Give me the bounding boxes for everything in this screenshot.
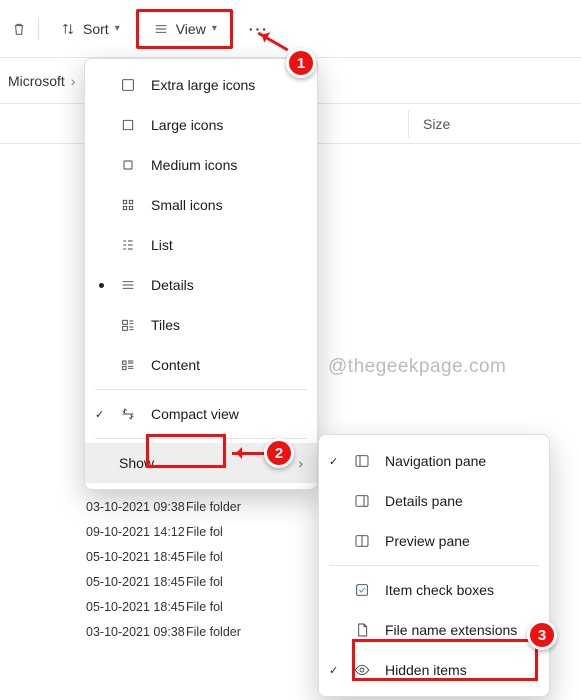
badge-1: 1 [286, 48, 316, 78]
watermark: @thegeekpage.com [328, 356, 506, 378]
view-type-icon [119, 157, 137, 173]
view-button-highlight: View ▾ [136, 9, 233, 49]
menu-separator [95, 389, 307, 390]
row-type: File fol [186, 575, 326, 589]
row-type: File fol [186, 525, 326, 539]
sort-button[interactable]: Sort ▾ [49, 15, 130, 43]
row-type: File fol [186, 600, 326, 614]
column-size[interactable]: Size [408, 110, 450, 138]
arrow-2 [232, 452, 266, 455]
view-menu-item[interactable]: Extra large icons [85, 65, 317, 105]
submenu-hidden-items[interactable]: ✓ Hidden items [319, 650, 549, 690]
row-date: 05-10-2021 18:45 [10, 575, 186, 589]
view-button[interactable]: View ▾ [142, 15, 227, 43]
view-icon [152, 21, 170, 37]
view-menu-item[interactable]: Content [85, 345, 317, 385]
sort-label: Sort [83, 21, 109, 37]
delete-icon [10, 21, 28, 37]
view-menu-item[interactable]: Large icons [85, 105, 317, 145]
eye-icon [353, 662, 371, 678]
toolbar-divider [38, 18, 39, 40]
pane-right-icon [353, 493, 371, 509]
check-icon: ✓ [329, 664, 338, 677]
check-icon: ✓ [329, 455, 338, 468]
compact-icon [119, 406, 137, 422]
bullet-icon [99, 283, 104, 288]
pane-left-icon [353, 453, 371, 469]
submenu-preview-pane[interactable]: Preview pane [319, 521, 549, 561]
row-type: File folder [186, 625, 326, 639]
breadcrumb-item[interactable]: Microsoft [8, 73, 65, 89]
view-type-icon [119, 117, 137, 133]
row-date: 05-10-2021 18:45 [10, 550, 186, 564]
file-icon [353, 622, 371, 638]
view-type-icon [119, 237, 137, 253]
view-label: View [176, 21, 206, 37]
submenu-navigation-pane[interactable]: ✓ Navigation pane [319, 441, 549, 481]
pane-preview-icon [353, 533, 371, 549]
badge-3: 3 [527, 620, 557, 650]
view-type-icon [119, 357, 137, 373]
show-submenu: ✓ Navigation pane Details pane Preview p… [318, 434, 550, 697]
row-type: File fol [186, 550, 326, 564]
submenu-item-checkboxes[interactable]: Item check boxes [319, 570, 549, 610]
submenu-details-pane[interactable]: Details pane [319, 481, 549, 521]
checkbox-icon [353, 582, 371, 598]
view-type-icon [119, 197, 137, 213]
badge-2: 2 [264, 438, 294, 468]
view-menu-item[interactable]: List [85, 225, 317, 265]
view-menu: Extra large iconsLarge iconsMedium icons… [84, 58, 318, 490]
chevron-down-icon: ▾ [115, 23, 120, 34]
sort-icon [59, 21, 77, 37]
row-type: File folder [186, 500, 326, 514]
view-type-icon [119, 277, 137, 293]
chevron-right-icon: › [71, 73, 76, 89]
view-menu-item[interactable]: Tiles [85, 305, 317, 345]
view-menu-compact[interactable]: ✓Compact view [85, 394, 317, 434]
view-type-icon [119, 317, 137, 333]
submenu-file-extensions[interactable]: File name extensions [319, 610, 549, 650]
submenu-separator [329, 565, 539, 566]
view-menu-item[interactable]: Details [85, 265, 317, 305]
toolbar: Sort ▾ View ▾ ··· [0, 0, 581, 58]
view-menu-item[interactable]: Medium icons [85, 145, 317, 185]
chevron-down-icon: ▾ [212, 23, 217, 34]
row-date: 09-10-2021 14:12 [10, 525, 186, 539]
chevron-right-icon: › [298, 455, 303, 471]
row-date: 05-10-2021 18:45 [10, 600, 186, 614]
check-icon: ✓ [95, 408, 104, 421]
row-date: 03-10-2021 09:38 [10, 500, 186, 514]
row-date: 03-10-2021 09:38 [10, 625, 186, 639]
view-type-icon [119, 77, 137, 93]
view-menu-item[interactable]: Small icons [85, 185, 317, 225]
